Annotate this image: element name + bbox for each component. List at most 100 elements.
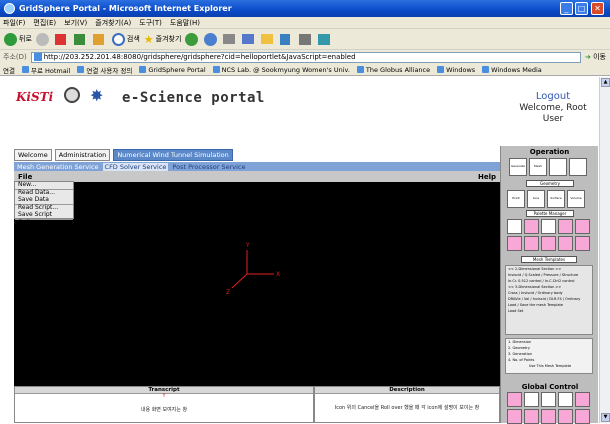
mail-icon xyxy=(204,32,218,46)
global-button-2[interactable] xyxy=(524,392,539,407)
forward-button[interactable] xyxy=(35,32,51,47)
operation-button-3[interactable] xyxy=(549,158,567,176)
scroll-down-icon[interactable]: ▼ xyxy=(601,413,610,422)
address-input[interactable]: http://203.252.201.48:8080/gridsphere/gr… xyxy=(30,51,581,63)
subnav-mesh[interactable]: Mesh Generation Service xyxy=(17,163,99,171)
generate-button[interactable]: Generate xyxy=(509,158,527,176)
folder-button[interactable] xyxy=(261,32,276,47)
line-button[interactable]: Line xyxy=(527,190,545,208)
point-button[interactable]: Point xyxy=(507,190,525,208)
palette-button-10[interactable] xyxy=(575,236,590,251)
emblem-icon: ✸ xyxy=(90,86,104,105)
global-button-4[interactable] xyxy=(558,392,573,407)
mesh-templates-title: Mesh Templates xyxy=(521,256,577,263)
welcome-text: Welcome, Root User xyxy=(519,103,587,124)
bookmark-icon xyxy=(280,33,291,45)
palette-button-6[interactable] xyxy=(507,236,522,251)
volume-button[interactable]: Volume xyxy=(567,190,585,208)
global-button-6[interactable] xyxy=(507,409,522,424)
menu-tools[interactable]: 도구(T) xyxy=(139,18,162,28)
tab-wind-tunnel[interactable]: Numerical Wind Tunnel Simulation xyxy=(113,149,233,161)
geometry-title: Geometry xyxy=(526,180,574,187)
menu-help[interactable]: 도움말(H) xyxy=(170,18,200,28)
global-button-9[interactable] xyxy=(558,409,573,424)
template-load-set[interactable]: Load Set xyxy=(506,308,592,314)
palette-button-3[interactable] xyxy=(541,219,556,234)
menu-view[interactable]: 보기(V) xyxy=(64,18,87,28)
palette-button-7[interactable] xyxy=(524,236,539,251)
tab-administration[interactable]: Administration xyxy=(54,149,111,161)
surface-button[interactable]: Surface xyxy=(547,190,565,208)
maximize-button[interactable]: □ xyxy=(575,2,588,15)
link-label: Windows Media xyxy=(491,65,542,74)
menu-favorites[interactable]: 즐겨찾기(A) xyxy=(95,18,131,28)
forward-arrow-icon xyxy=(35,32,49,46)
app-file-menu[interactable]: File xyxy=(18,173,32,181)
palette-button-2[interactable] xyxy=(524,219,539,234)
menu-edit[interactable]: 편집(E) xyxy=(33,18,56,28)
go-button[interactable]: ➜ 이동 xyxy=(585,52,606,62)
mesh-button[interactable]: Mesh xyxy=(529,158,547,176)
stop-button[interactable] xyxy=(54,32,70,47)
logout-link[interactable]: Logout xyxy=(523,91,583,102)
close-button[interactable]: ✕ xyxy=(591,2,604,15)
refresh-button[interactable] xyxy=(73,32,89,47)
address-bar: 주소(D) http://203.252.201.48:8080/gridsph… xyxy=(0,50,610,64)
menu-save-data[interactable]: Save Data xyxy=(15,196,73,203)
global-button-7[interactable] xyxy=(524,409,539,424)
link-label: GridSphere Portal xyxy=(148,65,206,74)
x-axis-label: X xyxy=(276,271,280,278)
minimize-button[interactable]: _ xyxy=(560,2,573,15)
mesh-viewport[interactable]: Y X Z xyxy=(14,182,500,386)
operation-button-4[interactable] xyxy=(569,158,587,176)
palette-button-9[interactable] xyxy=(558,236,573,251)
link-customize[interactable]: 연결 사용자 정의 xyxy=(77,65,132,75)
print-button[interactable] xyxy=(223,32,238,47)
use-template-button[interactable]: Use This Mesh Template xyxy=(506,363,592,369)
subnav-post[interactable]: Post Processor Service xyxy=(172,163,245,171)
link-icon xyxy=(139,66,147,73)
global-button-10[interactable] xyxy=(575,409,590,424)
palette-button-5[interactable] xyxy=(575,219,590,234)
link-label: The Globus Alliance xyxy=(365,65,431,74)
edit-button[interactable] xyxy=(242,32,257,47)
mail-button[interactable] xyxy=(204,32,219,47)
link-hotmail[interactable]: 무료 Hotmail xyxy=(21,65,70,75)
search-icon xyxy=(111,32,125,46)
palette-button-8[interactable] xyxy=(541,236,556,251)
kisti-logo-text: KiSTi xyxy=(16,90,54,104)
vertical-scrollbar[interactable]: ▲ ▼ xyxy=(599,77,610,423)
palette-button-1[interactable] xyxy=(507,219,522,234)
scroll-up-icon[interactable]: ▲ xyxy=(601,78,610,87)
folder-icon xyxy=(261,34,274,44)
favorites-button[interactable]: ★ 즐겨찾기 xyxy=(144,32,182,47)
link-windows[interactable]: Windows xyxy=(437,66,475,74)
menu-quit[interactable]: Quit xyxy=(15,219,73,226)
global-button-8[interactable] xyxy=(541,409,556,424)
bookmark-button[interactable] xyxy=(280,32,295,47)
messenger-button[interactable] xyxy=(318,32,333,47)
home-button[interactable] xyxy=(92,32,108,47)
menu-file[interactable]: 파일(F) xyxy=(3,18,25,28)
search-button[interactable]: 검색 xyxy=(111,32,140,47)
palette-button-4[interactable] xyxy=(558,219,573,234)
mesh-template-list: << 2-Dimensional Section >> Inviscid / Q… xyxy=(505,265,593,335)
axes-svg: Y X Z xyxy=(226,242,280,296)
link-gridsphere[interactable]: GridSphere Portal xyxy=(139,65,206,74)
page-icon xyxy=(33,53,42,61)
back-button[interactable]: 뒤로 xyxy=(4,32,32,47)
discuss-button[interactable] xyxy=(299,32,314,47)
favorites-label: 즐겨찾기 xyxy=(155,35,182,43)
global-button-1[interactable] xyxy=(507,392,522,407)
history-button[interactable] xyxy=(185,32,200,47)
tab-welcome[interactable]: Welcome xyxy=(14,149,52,161)
global-button-3[interactable] xyxy=(541,392,556,407)
global-button-5[interactable] xyxy=(575,392,590,407)
menu-save-script[interactable]: Save Script xyxy=(15,211,73,218)
link-ncslab[interactable]: NCS Lab. @ Sookmyung Women's Univ. xyxy=(212,66,350,74)
link-globus[interactable]: The Globus Alliance xyxy=(356,65,431,74)
link-windows-media[interactable]: Windows Media xyxy=(482,66,542,74)
subnav-cfd[interactable]: CFD Solver Service xyxy=(102,162,169,171)
app-help-menu[interactable]: Help xyxy=(478,173,496,181)
menu-new[interactable]: New... xyxy=(15,181,73,188)
